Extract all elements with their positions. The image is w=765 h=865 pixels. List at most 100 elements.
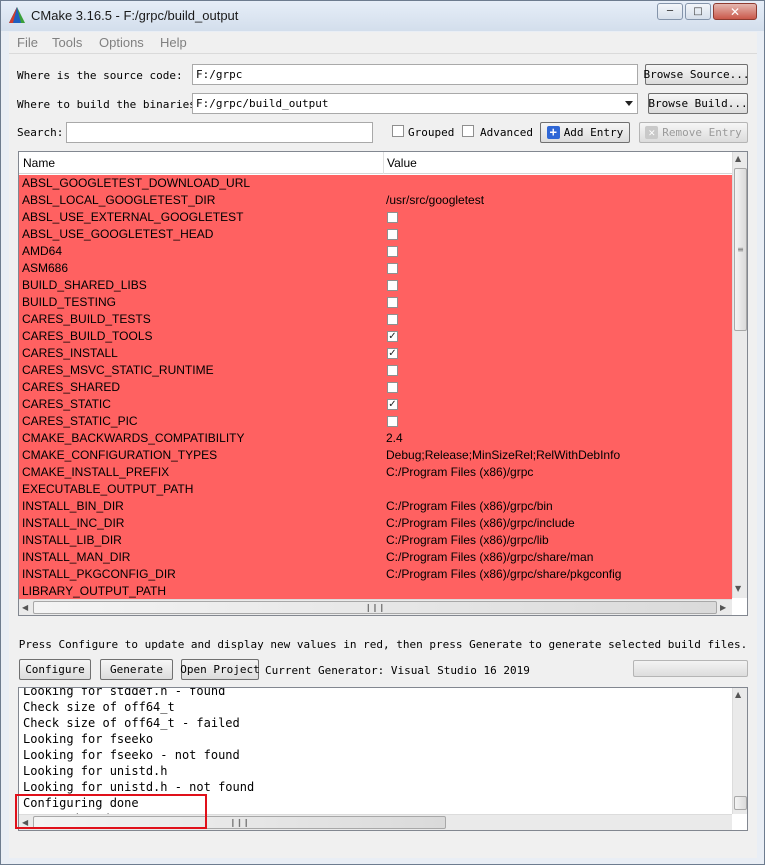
- menu-tools[interactable]: Tools: [52, 35, 82, 50]
- browse-source-button[interactable]: Browse Source...: [644, 64, 749, 85]
- cell-value[interactable]: C:/Program Files (x86)/grpc/share/man: [386, 550, 593, 564]
- table-row[interactable]: INSTALL_PKGCONFIG_DIR C:/Program Files (x…: [19, 566, 732, 583]
- cell-value[interactable]: C:/Program Files (x86)/grpc: [386, 465, 533, 479]
- scroll-up-icon[interactable]: ▲: [735, 690, 741, 699]
- table-row[interactable]: INSTALL_LIB_DIR C:/Program Files (x86)/gr…: [19, 532, 732, 549]
- table-row[interactable]: CARES_STATIC ✓: [19, 396, 732, 413]
- menu-file[interactable]: File: [17, 35, 38, 50]
- add-entry-button[interactable]: + Add Entry: [540, 122, 630, 143]
- cell-name: ASM686: [22, 261, 69, 275]
- cell-name: INSTALL_LIB_DIR: [22, 533, 122, 547]
- value-checkbox[interactable]: [387, 297, 398, 308]
- grouped-checkbox[interactable]: [392, 125, 404, 137]
- value-checkbox[interactable]: [387, 263, 398, 274]
- table-row[interactable]: LIBRARY_OUTPUT_PATH: [19, 583, 732, 600]
- scroll-left-icon[interactable]: ◀: [22, 603, 28, 612]
- table-row[interactable]: ASM686: [19, 260, 732, 277]
- maximize-button[interactable]: □: [685, 3, 711, 20]
- cell-value[interactable]: Debug;Release;MinSizeRel;RelWithDebInfo: [386, 448, 620, 462]
- table-row[interactable]: CARES_STATIC_PIC: [19, 413, 732, 430]
- grouped-label: Grouped: [408, 126, 455, 139]
- chevron-down-icon[interactable]: [625, 101, 633, 106]
- column-value-header[interactable]: Value: [387, 156, 417, 170]
- source-path-input[interactable]: F:/grpc: [192, 64, 638, 85]
- output-log[interactable]: Looking for stddef.h - found Check size o…: [18, 687, 748, 831]
- table-row[interactable]: INSTALL_INC_DIR C:/Program Files (x86)/gr…: [19, 515, 732, 532]
- output-line: Looking for unistd.h: [23, 764, 168, 778]
- table-row[interactable]: CARES_BUILD_TESTS: [19, 311, 732, 328]
- close-button[interactable]: ✕: [713, 3, 757, 20]
- open-project-button[interactable]: Open Project: [180, 659, 260, 680]
- value-checkbox[interactable]: [387, 365, 398, 376]
- output-line: Looking for unistd.h - not found: [23, 780, 255, 794]
- menu-bar: File Tools Options Help: [9, 32, 757, 54]
- table-row[interactable]: CMAKE_INSTALL_PREFIX C:/Program Files (x8…: [19, 464, 732, 481]
- cell-name: CMAKE_BACKWARDS_COMPATIBILITY: [22, 431, 245, 445]
- cell-name: BUILD_SHARED_LIBS: [22, 278, 147, 292]
- table-row[interactable]: CMAKE_CONFIGURATION_TYPES Debug;Release;M…: [19, 447, 732, 464]
- column-name-header[interactable]: Name: [23, 156, 55, 170]
- build-path-combo[interactable]: F:/grpc/build_output: [192, 93, 638, 114]
- output-horizontal-scrollbar[interactable]: ◀ ❙❙❙: [19, 814, 732, 830]
- table-row[interactable]: BUILD_SHARED_LIBS: [19, 277, 732, 294]
- scroll-right-icon[interactable]: ▶: [720, 603, 726, 612]
- menu-help[interactable]: Help: [160, 35, 187, 50]
- cell-value[interactable]: C:/Program Files (x86)/grpc/share/pkgcon…: [386, 567, 621, 581]
- table-row[interactable]: CARES_INSTALL ✓: [19, 345, 732, 362]
- table-horizontal-scrollbar[interactable]: ◀ ❙❙❙ ▶: [19, 599, 732, 615]
- table-row[interactable]: INSTALL_BIN_DIR C:/Program Files (x86)/gr…: [19, 498, 732, 515]
- table-row[interactable]: AMD64: [19, 243, 732, 260]
- table-row[interactable]: ABSL_USE_GOOGLETEST_HEAD: [19, 226, 732, 243]
- value-checkbox[interactable]: [387, 212, 398, 223]
- table-row[interactable]: INSTALL_MAN_DIR C:/Program Files (x86)/gr…: [19, 549, 732, 566]
- cell-value[interactable]: C:/Program Files (x86)/grpc/include: [386, 516, 575, 530]
- menu-options[interactable]: Options: [99, 35, 144, 50]
- value-checkbox[interactable]: [387, 382, 398, 393]
- scroll-down-icon[interactable]: ▼: [735, 584, 741, 593]
- scroll-thumb[interactable]: ❙❙❙: [33, 601, 717, 614]
- cache-table[interactable]: Name Value ABSL_GOOGLETEST_DOWNLOAD_URL A…: [18, 151, 748, 616]
- cell-value[interactable]: C:/Program Files (x86)/grpc/bin: [386, 499, 553, 513]
- value-checkbox[interactable]: [387, 416, 398, 427]
- cell-value[interactable]: 2.4: [386, 431, 403, 445]
- value-checkbox[interactable]: [387, 314, 398, 325]
- search-input[interactable]: [66, 122, 373, 143]
- browse-build-button[interactable]: Browse Build...: [648, 93, 748, 114]
- table-row[interactable]: ABSL_USE_EXTERNAL_GOOGLETEST: [19, 209, 732, 226]
- configure-button[interactable]: Configure: [19, 659, 91, 680]
- table-vertical-scrollbar[interactable]: ▲ ≡ ▼: [732, 152, 747, 598]
- value-checkbox[interactable]: ✓: [387, 399, 398, 410]
- table-row[interactable]: CARES_BUILD_TOOLS ✓: [19, 328, 732, 345]
- value-checkbox[interactable]: [387, 246, 398, 257]
- scroll-thumb[interactable]: ❙❙❙: [33, 816, 446, 829]
- value-checkbox[interactable]: [387, 229, 398, 240]
- cell-value[interactable]: C:/Program Files (x86)/grpc/lib: [386, 533, 549, 547]
- column-divider[interactable]: [383, 152, 384, 174]
- cell-name: INSTALL_MAN_DIR: [22, 550, 131, 564]
- value-checkbox[interactable]: ✓: [387, 348, 398, 359]
- generate-button[interactable]: Generate: [100, 659, 173, 680]
- scroll-thumb[interactable]: ≡: [734, 168, 747, 331]
- table-row[interactable]: CARES_MSVC_STATIC_RUNTIME: [19, 362, 732, 379]
- table-row[interactable]: CARES_SHARED: [19, 379, 732, 396]
- table-row[interactable]: ABSL_GOOGLETEST_DOWNLOAD_URL: [19, 175, 732, 192]
- advanced-checkbox[interactable]: [462, 125, 474, 137]
- output-line: Looking for stddef.h - found: [23, 687, 226, 698]
- scroll-thumb[interactable]: [734, 796, 747, 810]
- cell-name: CMAKE_INSTALL_PREFIX: [22, 465, 170, 479]
- remove-entry-button[interactable]: ✕ Remove Entry: [639, 122, 748, 143]
- value-checkbox[interactable]: ✓: [387, 331, 398, 342]
- scroll-left-icon[interactable]: ◀: [22, 818, 28, 827]
- cell-value[interactable]: /usr/src/googletest: [386, 193, 484, 207]
- title-bar[interactable]: CMake 3.16.5 - F:/grpc/build_output ─ □ …: [1, 1, 764, 31]
- table-row[interactable]: ABSL_LOCAL_GOOGLETEST_DIR/usr/src/google…: [19, 192, 732, 209]
- cmake-logo-icon: [9, 7, 25, 23]
- value-checkbox[interactable]: [387, 280, 398, 291]
- cell-name: ABSL_USE_EXTERNAL_GOOGLETEST: [22, 210, 244, 224]
- minimize-button[interactable]: ─: [657, 3, 683, 20]
- scroll-up-icon[interactable]: ▲: [735, 154, 741, 163]
- table-row[interactable]: EXECUTABLE_OUTPUT_PATH: [19, 481, 732, 498]
- table-row[interactable]: CMAKE_BACKWARDS_COMPATIBILITY 2.4: [19, 430, 732, 447]
- table-row[interactable]: BUILD_TESTING: [19, 294, 732, 311]
- output-vertical-scrollbar[interactable]: ▲: [732, 688, 747, 814]
